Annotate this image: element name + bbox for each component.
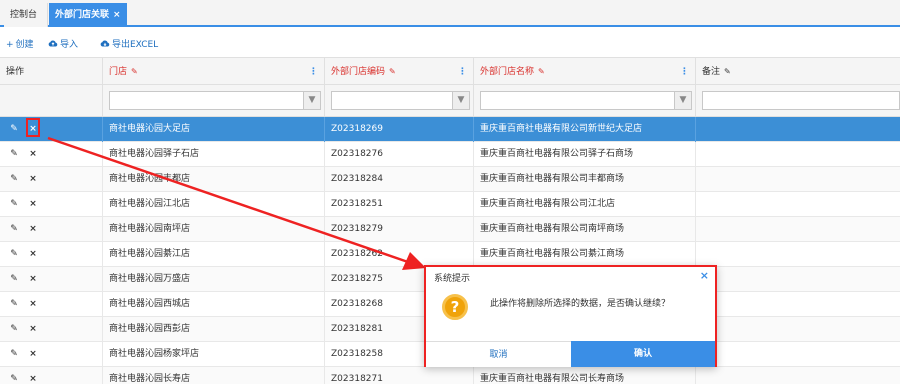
close-icon[interactable]: × xyxy=(700,269,709,282)
dialog-title: 系统提示 xyxy=(434,274,471,284)
question-icon: ? xyxy=(442,294,468,320)
annotation-arrow-line xyxy=(47,136,409,264)
confirm-dialog: 系统提示 × ? 此操作将删除所选择的数据，是否确认继续？ 取消 确认 xyxy=(424,265,717,367)
dialog-message: 此操作将删除所选择的数据，是否确认继续？ xyxy=(490,299,671,309)
confirm-button[interactable]: 确认 xyxy=(571,341,715,367)
cancel-button[interactable]: 取消 xyxy=(426,341,571,367)
